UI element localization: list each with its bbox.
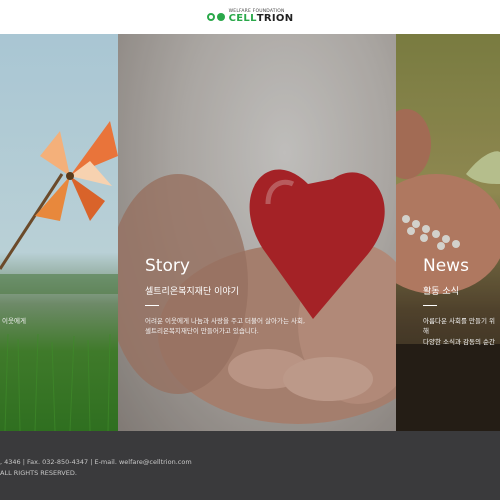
pinwheel-field-image (0, 121, 118, 431)
news-divider (423, 305, 437, 306)
news-desc-line-1: 아름다운 사회를 만들기 위해 (423, 317, 495, 336)
panel-news[interactable]: News 활동 소식 아름다운 사회를 만들기 위해 다양한 소식과 감동의 순… (396, 34, 500, 431)
news-desc-line-2: 다양한 소식과 감동의 순간 (423, 337, 495, 346)
news-desc: 아름다운 사회를 만들기 위해 다양한 소식과 감동의 순간 (423, 316, 500, 347)
news-subtitle: 활동 소식 (423, 287, 459, 297)
footer-copyright: ALL RIGHTS RESERVED. (0, 469, 77, 477)
logo-mark-icon (206, 13, 225, 21)
story-desc: 어려운 이웃에게 나눔과 사랑을 주고 더불어 살아가는 사회, 셀트리온복지재… (145, 316, 305, 337)
heart-in-hands-image (118, 34, 396, 431)
news-title: News (423, 256, 469, 276)
story-divider (145, 305, 159, 306)
panel-left[interactable]: 이웃에게 (0, 34, 118, 431)
feature-panels: 이웃에게 Story 셀트리온복지재단 이야기 어려운 이웃에게 나눔과 사랑을… (0, 34, 500, 431)
logo-text: WELFARE FOUNDATION CELLTRION (228, 9, 294, 25)
panel-story[interactable]: Story 셀트리온복지재단 이야기 어려운 이웃에게 나눔과 사랑을 주고 더… (118, 34, 396, 431)
panel-left-desc: 이웃에게 (2, 317, 26, 325)
story-desc-line-1: 어려운 이웃에게 나눔과 사랑을 주고 더불어 살아가는 사회, (145, 317, 306, 325)
celltrion-logo[interactable]: WELFARE FOUNDATION CELLTRION (206, 9, 294, 25)
seed-sprout-image (396, 34, 500, 431)
story-subtitle: 셀트리온복지재단 이야기 (145, 287, 239, 297)
site-header: WELFARE FOUNDATION CELLTRION (0, 0, 500, 34)
story-desc-line-2: 셀트리온복지재단이 만들어가고 있습니다. (145, 327, 259, 336)
site-footer: , 4346 | Fax. 032-850-4347 | E-mail. wel… (0, 431, 500, 500)
footer-contact: , 4346 | Fax. 032-850-4347 | E-mail. wel… (0, 458, 192, 466)
story-title: Story (145, 256, 190, 276)
logo-name: CELLTRION (228, 13, 294, 25)
